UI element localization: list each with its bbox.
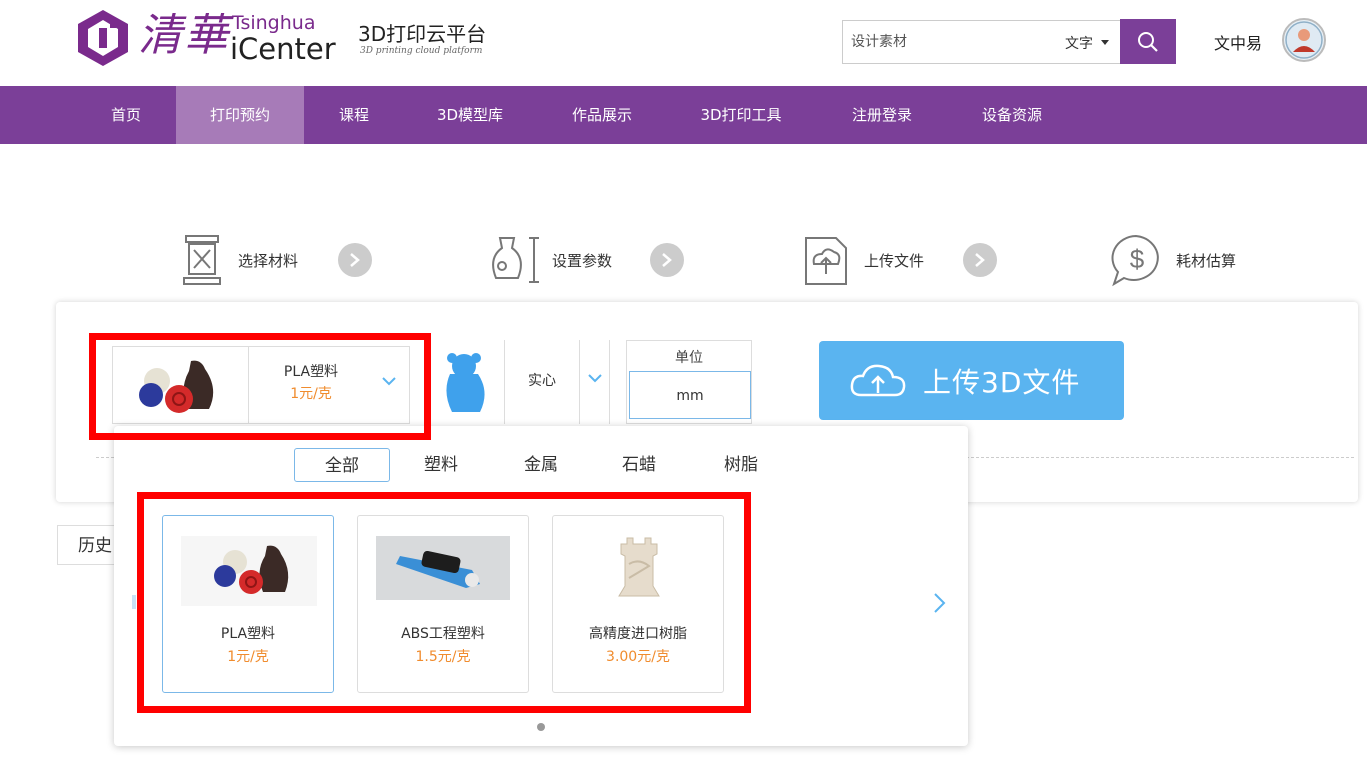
- svg-text:$: $: [1130, 244, 1145, 274]
- step-select-material: 选择材料: [238, 252, 299, 270]
- platform-subtitle: 3D printing cloud platform: [360, 46, 483, 56]
- step-arrow-2: [650, 243, 684, 277]
- upload-3d-file-button[interactable]: 上传3D文件: [819, 341, 1124, 420]
- nav-item-courses[interactable]: 课程: [322, 86, 386, 144]
- search-icon: [1138, 32, 1158, 52]
- chevron-down-icon[interactable]: [587, 372, 603, 384]
- infill-selector[interactable]: 实心: [434, 340, 610, 424]
- step-estimate-cost: 耗材估算: [1176, 252, 1237, 270]
- username[interactable]: 文中易: [1214, 30, 1262, 54]
- unit-input[interactable]: mm: [629, 371, 751, 419]
- upload-doc-icon: [805, 237, 847, 285]
- step-arrow-1: [338, 243, 372, 277]
- filter-tab-plastic[interactable]: 塑料: [406, 448, 476, 482]
- vase-dimension-icon: [492, 237, 539, 283]
- chevron-right-icon: [662, 253, 672, 267]
- chevron-right-icon: [350, 253, 360, 267]
- nav-item-device-resources[interactable]: 设备资源: [964, 86, 1060, 144]
- search-box: 文字: [842, 20, 1120, 64]
- divider: [579, 340, 580, 424]
- filter-tab-wax[interactable]: 石蜡: [604, 448, 674, 482]
- step-arrow-3: [963, 243, 997, 277]
- cloud-upload-icon: [850, 364, 906, 397]
- nav-item-home[interactable]: 首页: [92, 86, 160, 144]
- step-set-parameters: 设置参数: [552, 252, 613, 270]
- header: 清華 Tsinghua iCenter 3D打印云平台 3D printing …: [0, 0, 1367, 86]
- highlight-annotation: [137, 492, 751, 713]
- filter-tab-resin[interactable]: 树脂: [706, 448, 776, 482]
- caret-down-icon: [1101, 40, 1109, 45]
- infill-value-box: 实心: [504, 340, 610, 424]
- carousel-page-dot[interactable]: [537, 723, 545, 731]
- chevron-right-icon[interactable]: [930, 590, 950, 616]
- filter-tab-metal[interactable]: 金属: [506, 448, 576, 482]
- search-input[interactable]: [851, 31, 1041, 53]
- step-upload-file: 上传文件: [864, 252, 925, 270]
- filter-tab-all[interactable]: 全部: [294, 448, 390, 482]
- search-scope-dropdown[interactable]: 文字: [1065, 33, 1093, 53]
- printer-icon: [183, 235, 221, 285]
- nav-item-register-login[interactable]: 注册登录: [834, 86, 930, 144]
- logo-tsinghua-text: Tsinghua: [232, 12, 316, 34]
- logo-hanzi-text: 清華: [138, 10, 230, 61]
- platform-title: 3D打印云平台: [358, 22, 487, 46]
- nav-item-print-tools[interactable]: 3D打印工具: [686, 86, 796, 144]
- search-button[interactable]: [1120, 19, 1176, 64]
- nav-item-model-library[interactable]: 3D模型库: [420, 86, 520, 144]
- icenter-logo-icon[interactable]: [76, 8, 130, 68]
- nav-item-print-booking[interactable]: 打印预约: [176, 86, 304, 144]
- fill-model-icon: [446, 353, 485, 412]
- user-avatar-icon: [1285, 21, 1323, 59]
- carousel-prev-button[interactable]: [132, 595, 136, 609]
- main-nav: 首页 打印预约 课程 3D模型库 作品展示 3D打印工具 注册登录 设备资源: [0, 86, 1367, 144]
- logo-icenter-text: iCenter: [230, 32, 336, 66]
- highlight-annotation: [89, 333, 431, 440]
- avatar[interactable]: [1282, 18, 1326, 62]
- chevron-right-icon: [975, 253, 985, 267]
- nav-item-showcase[interactable]: 作品展示: [554, 86, 650, 144]
- unit-label: 单位: [675, 350, 703, 366]
- dollar-bubble-icon: $: [1111, 234, 1159, 287]
- infill-value: 实心: [528, 373, 556, 389]
- upload-button-label: 上传3D文件: [923, 366, 1081, 399]
- unit-box: 单位 mm: [626, 340, 752, 424]
